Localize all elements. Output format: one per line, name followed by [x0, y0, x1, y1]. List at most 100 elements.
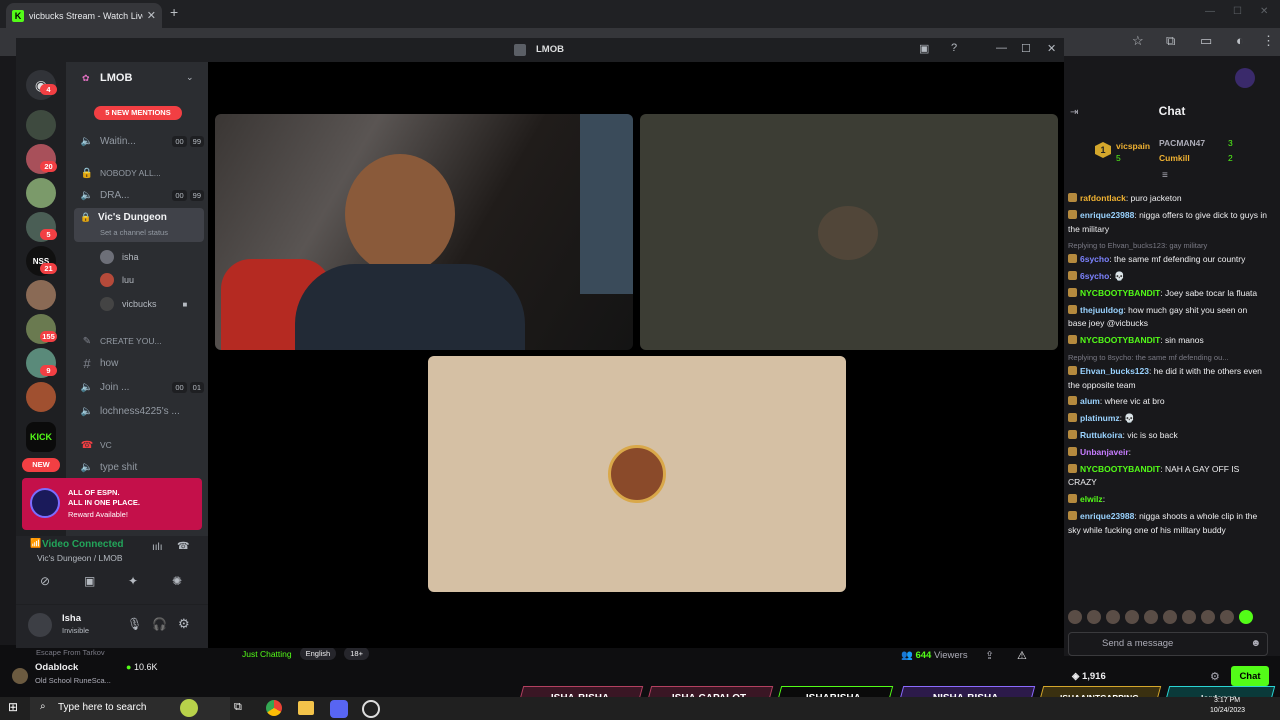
noise-suppression-icon[interactable]: ıılı — [152, 542, 163, 553]
send-chat-button[interactable]: Chat — [1231, 666, 1269, 686]
voice-user[interactable]: luu — [100, 272, 134, 288]
browser-menu-icon[interactable]: ⋮ — [1262, 33, 1275, 49]
category-header[interactable]: ✎ CREATE YOU... — [80, 332, 204, 350]
voice-channel[interactable]: 🔈 lochness4225's ... — [80, 402, 204, 420]
disconnect-icon[interactable]: ☎ — [177, 541, 189, 552]
user-avatar[interactable] — [1235, 68, 1255, 88]
screen-share-icon[interactable]: ▣ — [84, 574, 95, 588]
activity-icon[interactable]: ✦ — [128, 574, 138, 588]
chat-username[interactable]: alum — [1080, 396, 1100, 406]
chat-username[interactable]: 6sycho — [1080, 271, 1109, 281]
chat-username[interactable]: Ruttukoira — [1080, 430, 1123, 440]
language-tag[interactable]: English — [299, 647, 337, 660]
task-view-icon[interactable]: ⧉ — [234, 701, 242, 714]
server-icon[interactable] — [26, 110, 56, 140]
voice-channel[interactable]: 🔈 type shit — [80, 458, 204, 476]
channel-status[interactable]: Set a channel status — [100, 228, 168, 237]
username[interactable]: Isha — [62, 613, 81, 624]
chat-username[interactable]: Unbanjaveir — [1080, 447, 1129, 457]
emote-icon[interactable] — [1239, 610, 1253, 624]
voice-channel[interactable]: 🔈 Waitin... 00 99 — [80, 132, 204, 150]
server-icon[interactable] — [26, 280, 56, 310]
emote-icon[interactable] — [1125, 610, 1139, 624]
new-mentions-pill[interactable]: 5 NEW MENTIONS — [94, 106, 182, 120]
share-icon[interactable]: ⇪ — [985, 649, 994, 662]
stream-preview-icon[interactable]: ▣ — [919, 42, 929, 55]
obs-taskbar-icon[interactable] — [362, 700, 380, 718]
voice-channel[interactable]: 🔈 DRA... 00 99 — [80, 186, 204, 204]
chat-username[interactable]: Ehvan_bucks123 — [1080, 366, 1149, 376]
category-header[interactable]: ☎ VC — [80, 436, 204, 454]
video-tile-avatar[interactable] — [428, 356, 846, 592]
discord-taskbar-icon[interactable] — [330, 700, 348, 718]
chat-username[interactable]: enrique23988 — [1080, 210, 1134, 220]
close-icon[interactable]: ✕ — [1047, 42, 1056, 55]
chat-username[interactable]: elwilz — [1080, 494, 1103, 504]
soundboard-icon[interactable]: ✺ — [172, 574, 182, 588]
help-icon[interactable]: ? — [951, 42, 957, 54]
chat-input[interactable]: Send a message ☻ — [1068, 632, 1268, 656]
reply-reference[interactable]: Replying to Ehvan_bucks123: gay military — [1068, 239, 1268, 253]
close-tab-icon[interactable]: ✕ — [147, 9, 156, 22]
server-icon-kick[interactable]: KICK — [26, 422, 56, 452]
leaderboard-name[interactable]: vicspain — [1116, 141, 1150, 151]
chrome-taskbar-icon[interactable] — [266, 700, 282, 716]
emote-icon[interactable] — [1106, 610, 1120, 624]
chat-filter-icon[interactable]: ≡ — [1162, 170, 1168, 181]
browser-tab[interactable]: K vicbucks Stream - Watch Live o ✕ — [6, 3, 162, 28]
category-link[interactable]: Just Chatting — [242, 649, 292, 659]
chat-username[interactable]: enrique23988 — [1080, 511, 1134, 521]
new-tab-button[interactable]: + — [170, 4, 178, 20]
text-channel[interactable]: # how — [80, 354, 204, 372]
voice-status-title[interactable]: Video Connected — [42, 539, 124, 550]
clock-time[interactable]: 3:17 PM — [1214, 697, 1240, 704]
minimize-icon[interactable]: — — [996, 42, 1007, 54]
chat-username[interactable]: rafdontlack — [1080, 193, 1126, 203]
windows-start-icon[interactable]: ⊞ — [8, 700, 18, 714]
extensions-icon[interactable]: ⧉ — [1166, 33, 1175, 49]
emoji-picker-icon[interactable]: ☻ — [1250, 638, 1261, 649]
voice-channel[interactable]: 🔈 Join ... 00 01 — [80, 378, 204, 396]
maximize-window-icon[interactable]: ☐ — [1233, 6, 1242, 17]
chat-username[interactable]: platinumz — [1080, 413, 1120, 423]
server-icon[interactable] — [26, 382, 56, 412]
chat-username[interactable]: NYCBOOTYBANDIT — [1080, 335, 1160, 345]
leaderboard-name[interactable]: Cumkill — [1159, 153, 1190, 163]
bookmark-star-icon[interactable]: ☆ — [1132, 33, 1144, 49]
clock-date[interactable]: 10/24/2023 — [1210, 707, 1245, 714]
report-icon[interactable]: ⚠ — [1017, 649, 1027, 662]
category-header[interactable]: 🔒 NOBODY ALL... — [80, 164, 204, 182]
emote-icon[interactable] — [1144, 610, 1158, 624]
chat-username[interactable]: NYCBOOTYBANDIT — [1080, 464, 1160, 474]
voice-location[interactable]: Vic's Dungeon / LMOB — [37, 553, 123, 563]
emote-icon[interactable] — [1220, 610, 1234, 624]
chat-username[interactable]: thejuuldog — [1080, 305, 1123, 315]
espn-promo-banner[interactable]: ALL OF ESPN. ALL IN ONE PLACE. Reward Av… — [22, 478, 202, 530]
reply-reference[interactable]: Replying to 8sycho: the same mf defendin… — [1068, 351, 1268, 365]
close-window-icon[interactable]: ✕ — [1260, 6, 1268, 17]
voice-user[interactable]: isha — [100, 249, 139, 265]
chat-settings-icon[interactable]: ⚙ — [1210, 670, 1220, 683]
signal-icon[interactable]: 📶 — [30, 538, 41, 549]
cast-icon[interactable]: ▭ — [1200, 33, 1212, 49]
taskbar-search[interactable]: ⌕ Type here to search — [30, 697, 230, 720]
profile-icon[interactable]: ◐ — [1236, 33, 1244, 48]
video-tile-camera[interactable] — [215, 114, 633, 350]
chat-username[interactable]: 6sycho — [1080, 254, 1109, 264]
video-tile-avatar[interactable] — [640, 114, 1058, 350]
camera-off-icon[interactable]: ⊘ — [40, 574, 50, 588]
server-name[interactable]: LMOB — [100, 72, 132, 84]
server-icon[interactable] — [26, 178, 56, 208]
emote-icon[interactable] — [1068, 610, 1082, 624]
channel-points[interactable]: ◈ 1,916 — [1072, 671, 1106, 682]
voice-user[interactable]: vicbucks ■ — [100, 296, 187, 312]
user-settings-icon[interactable]: ⚙ — [178, 616, 190, 632]
file-explorer-icon[interactable] — [298, 701, 314, 715]
microphone-icon[interactable]: 🎙 — [127, 617, 142, 631]
chat-username[interactable]: NYCBOOTYBANDIT — [1080, 288, 1160, 298]
emote-icon[interactable] — [1201, 610, 1215, 624]
chevron-down-icon[interactable]: ⌄ — [186, 72, 194, 83]
maximize-icon[interactable]: ☐ — [1021, 42, 1031, 55]
emote-icon[interactable] — [1163, 610, 1177, 624]
emote-icon[interactable] — [1182, 610, 1196, 624]
